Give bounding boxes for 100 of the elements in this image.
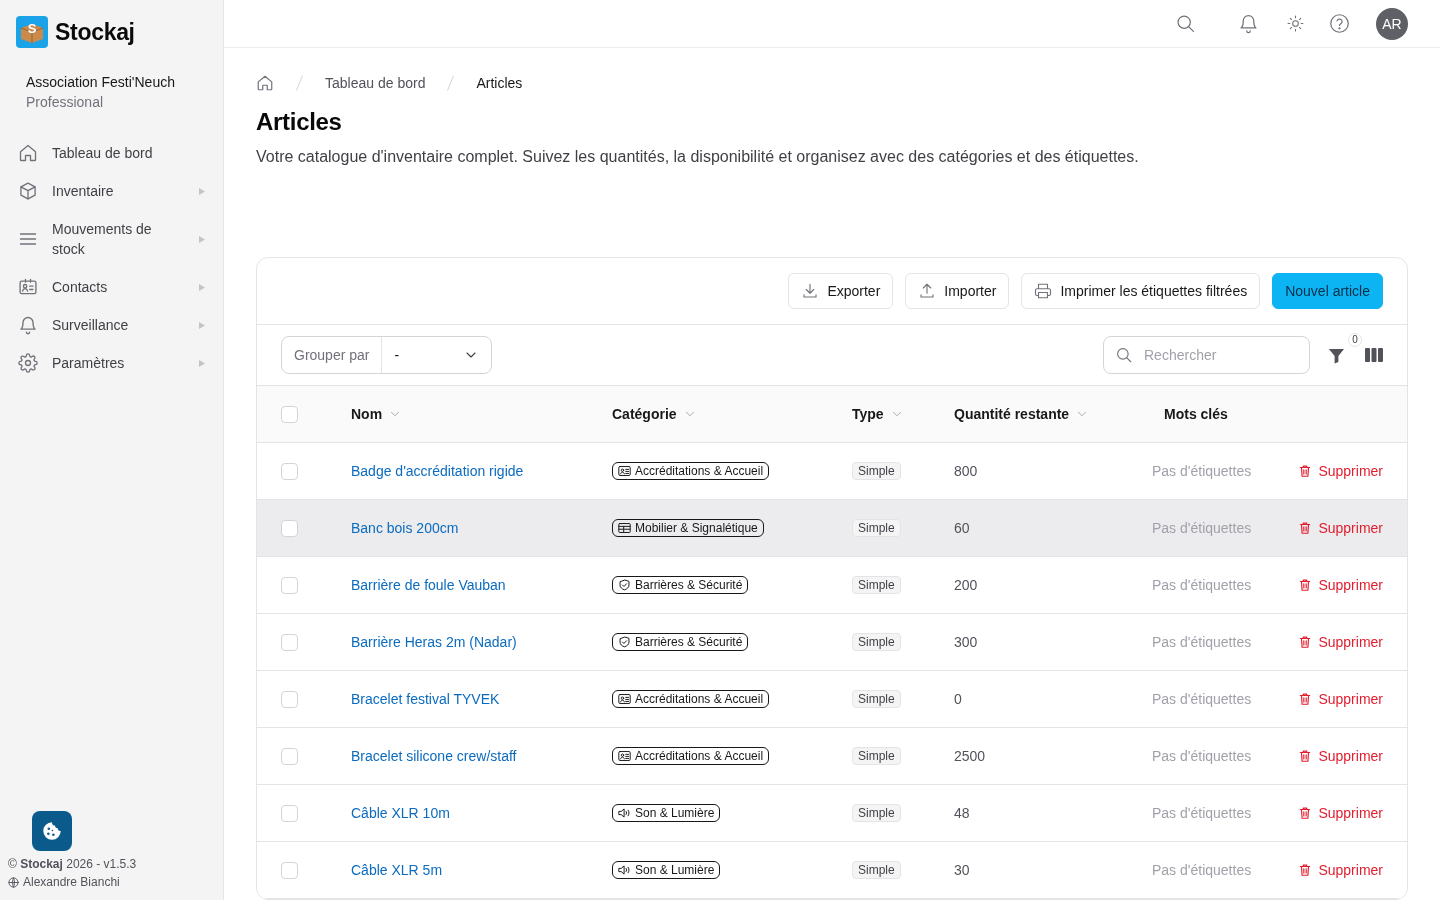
trash-icon [1298,521,1313,535]
delete-button[interactable]: Supprimer [1298,862,1383,878]
type-tag: Simple [852,576,901,594]
delete-button[interactable]: Supprimer [1298,691,1383,707]
filter-icon[interactable] [1328,346,1345,364]
id-card-icon [618,465,631,477]
type-tag: Simple [852,690,901,708]
print-button[interactable]: Imprimer les étiquettes filtrées [1021,273,1261,309]
nav-item[interactable]: Surveillance [0,306,223,344]
delete-button[interactable]: Supprimer [1298,463,1383,479]
logo-mark: S [16,16,48,48]
cube-icon [18,181,38,201]
id-card-icon [618,750,631,762]
item-name-link[interactable]: Câble XLR 10m [351,805,450,821]
nav-item[interactable]: Mouvements de stock [0,210,223,268]
type-tag: Simple [852,462,901,480]
type-tag: Simple [852,747,901,765]
breadcrumb-link[interactable]: Tableau de bord [325,75,426,91]
quantity-text: 0 [954,691,962,707]
globe-icon [8,876,19,888]
category-label: Barrières & Sécurité [635,578,743,592]
group-by-select[interactable]: - [382,337,491,373]
checkbox[interactable] [281,519,298,537]
export-button[interactable]: Exporter [788,273,894,309]
delete-button[interactable]: Supprimer [1298,805,1383,821]
bell-icon[interactable] [1238,13,1259,34]
nav-item[interactable]: Contacts [0,268,223,306]
tags-text: Pas d'étiquettes [1151,862,1252,878]
download-icon [801,282,820,300]
user-avatar[interactable]: AR [1376,7,1408,40]
speaker-icon [618,807,631,819]
slash-separator-icon [447,75,455,91]
nav-item[interactable]: Inventaire [0,172,223,210]
group-by-label: Grouper par [282,337,383,373]
checkbox[interactable] [281,690,298,708]
nav-item[interactable]: Paramètres [0,344,223,382]
columns-icon[interactable] [1365,347,1383,363]
checkbox[interactable] [281,804,298,822]
organization-name: Association Festi'Neuch [26,73,176,92]
column-header[interactable]: Nom [351,406,403,422]
column-header[interactable]: Catégorie [612,406,697,422]
search-field[interactable]: Rechercher [1103,336,1310,374]
search-icon[interactable] [1175,13,1196,34]
item-name-link[interactable]: Badge d'accréditation rigide [351,463,524,479]
category-label: Accréditations & Accueil [635,749,764,763]
item-name-link[interactable]: Câble XLR 5m [351,862,443,878]
delete-button[interactable]: Supprimer [1298,634,1383,650]
item-name-link[interactable]: Barrière de foule Vauban [351,577,506,593]
item-name-link[interactable]: Barrière Heras 2m (Nadar) [351,634,517,650]
nav-item[interactable]: Tableau de bord [0,134,223,172]
table-icon [618,522,631,534]
copyright-text: © Stockaj 2026 - v1.5.3 [8,856,137,873]
category-label: Mobilier & Signalétique [635,521,758,535]
quantity-text: 800 [954,463,978,479]
home-icon [18,143,38,163]
tags-text: Pas d'étiquettes [1151,463,1252,479]
home-icon[interactable] [256,74,274,92]
tags-text: Pas d'étiquettes [1151,634,1252,650]
category-label: Accréditations & Accueil [635,692,764,706]
slash-separator-icon [296,75,303,91]
column-header[interactable]: Quantité restante [954,406,1090,422]
type-tag: Simple [852,519,901,537]
printer-icon [1034,282,1053,300]
sun-icon[interactable] [1287,15,1304,32]
shield-check-icon [618,579,631,591]
item-name-link[interactable]: Bracelet festival TYVEK [351,691,500,707]
category-label: Accréditations & Accueil [635,464,764,478]
checkbox[interactable] [281,633,298,651]
checkbox[interactable] [281,861,298,879]
trash-icon [1298,806,1313,820]
quantity-text: 200 [954,577,978,593]
tags-text: Pas d'étiquettes [1151,691,1252,707]
cookie-button[interactable] [32,811,72,851]
quantity-text: 2500 [954,748,986,764]
checkbox[interactable] [281,405,298,423]
delete-button[interactable]: Supprimer [1298,520,1383,536]
checkbox[interactable] [281,747,298,765]
category-label: Barrières & Sécurité [635,635,743,649]
import-button[interactable]: Importer [905,273,1010,309]
type-tag: Simple [852,861,901,879]
delete-button[interactable]: Supprimer [1298,748,1383,764]
page-description: Votre catalogue d'inventaire complet. Suivez les quantités, la disponibilité et organisez avec des catégories et des étiquettes. [256,147,1140,167]
delete-button[interactable]: Supprimer [1298,577,1383,593]
category-label: Son & Lumière [635,806,715,820]
type-tag: Simple [852,804,901,822]
checkbox[interactable] [281,462,298,480]
new-article-button[interactable]: Nouvel article [1272,273,1383,309]
item-name-link[interactable]: Banc bois 200cm [351,520,459,536]
user-name: Alexandre Bianchi [23,874,120,891]
item-name-link[interactable]: Bracelet silicone crew/staff [351,748,517,764]
quantity-text: 60 [954,520,970,536]
quantity-text: 48 [954,805,970,821]
column-header: Mots clés [1163,406,1228,422]
page-title: Articles [256,107,343,137]
plan-label: Professional [26,93,105,112]
contact-card-icon [18,277,38,297]
search-icon [1115,346,1133,364]
checkbox[interactable] [281,576,298,594]
help-icon[interactable] [1329,13,1350,34]
column-header[interactable]: Type [852,406,904,422]
